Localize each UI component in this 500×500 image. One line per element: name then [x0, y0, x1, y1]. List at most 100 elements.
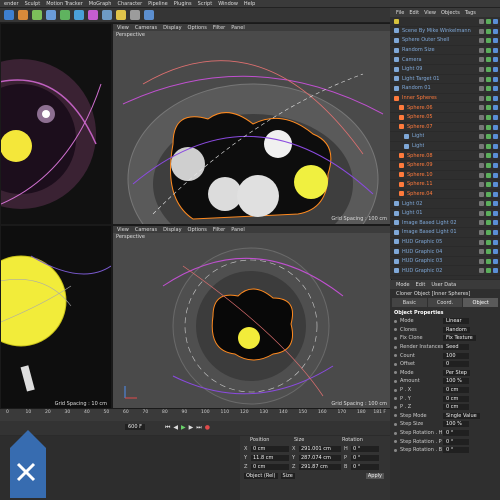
tag-icon[interactable] — [493, 38, 498, 44]
attr-menu-edit[interactable]: Edit — [416, 282, 426, 288]
menu-sculpt[interactable]: Sculpt — [25, 1, 41, 7]
object-row[interactable]: Sphere.04 — [390, 190, 500, 200]
property-value[interactable]: Random — [443, 326, 470, 333]
tag-icon[interactable] — [479, 249, 484, 255]
tag-icon[interactable] — [493, 105, 498, 111]
tag-icon[interactable] — [479, 114, 484, 120]
tag-icon[interactable] — [493, 172, 498, 178]
size-field[interactable]: 287.074 cm — [299, 454, 341, 461]
tag-icon[interactable] — [479, 191, 484, 197]
tag-icon[interactable] — [486, 268, 491, 274]
tag-icon[interactable] — [486, 210, 491, 216]
property-value[interactable]: 0 ° — [443, 447, 469, 454]
tag-icon[interactable] — [479, 268, 484, 274]
object-row[interactable]: Sphere Outer Shell — [390, 36, 500, 46]
menu-help[interactable]: Help — [244, 1, 255, 7]
tag-icon[interactable] — [479, 230, 484, 236]
tag-icon[interactable] — [479, 86, 484, 92]
tag-icon[interactable] — [479, 210, 484, 216]
tag-icon[interactable] — [486, 201, 491, 207]
object-row[interactable]: HUD Graphic 02 — [390, 266, 500, 277]
position-field[interactable]: 0 cm — [251, 445, 289, 452]
tag-icon[interactable] — [479, 239, 484, 245]
tag-icon[interactable] — [479, 38, 484, 44]
viewport-bottom-right[interactable]: View Cameras Display Options Filter Pane… — [112, 225, 392, 410]
tag-icon[interactable] — [486, 38, 491, 44]
keyframe-dot-icon[interactable] — [394, 336, 397, 340]
step-forward-icon[interactable]: ▶ — [189, 424, 194, 432]
attr-menu-user-data[interactable]: User Data — [431, 282, 456, 288]
tag-icon[interactable] — [479, 124, 484, 130]
tag-icon[interactable] — [479, 153, 484, 159]
menu-render[interactable]: ender — [4, 1, 19, 7]
object-row[interactable]: Sphere.08 — [390, 151, 500, 161]
keyframe-dot-icon[interactable] — [394, 448, 397, 452]
timeline-ruler[interactable]: 181 F 0 10 20 30 40 50 60 70 80 90 100 110 120 130 140… — [0, 408, 390, 422]
tag-icon[interactable] — [493, 95, 498, 101]
tag-icon[interactable] — [493, 249, 498, 255]
tag-icon[interactable] — [493, 28, 498, 34]
om-menu-objects[interactable]: Objects — [441, 10, 460, 16]
object-row[interactable]: Sphere.10 — [390, 171, 500, 181]
tag-icon[interactable] — [479, 201, 484, 207]
object-row[interactable] — [390, 17, 500, 27]
keyframe-dot-icon[interactable] — [394, 405, 397, 409]
step-back-icon[interactable]: ◀ — [173, 424, 178, 432]
object-row[interactable]: Sphere.06 — [390, 103, 500, 113]
property-value[interactable]: 0 cm — [443, 395, 469, 402]
go-to-start-icon[interactable]: ⏮ — [165, 424, 170, 432]
property-value[interactable]: 0 cm — [443, 387, 469, 394]
property-value[interactable]: 100 % — [443, 421, 469, 428]
array-icon[interactable] — [74, 10, 84, 20]
tag-icon[interactable] — [493, 182, 498, 188]
tag-icon[interactable] — [493, 57, 498, 63]
object-row[interactable]: Random Size — [390, 46, 500, 56]
keyframe-dot-icon[interactable] — [394, 414, 397, 418]
property-value[interactable]: 0 — [443, 361, 469, 368]
tag-icon[interactable] — [493, 162, 498, 168]
scene-icon[interactable] — [102, 10, 112, 20]
tag-icon[interactable] — [486, 220, 491, 226]
keyframe-dot-icon[interactable] — [394, 345, 397, 349]
tag-icon[interactable] — [479, 258, 484, 264]
light-icon[interactable] — [116, 10, 126, 20]
tag-icon[interactable] — [493, 134, 498, 140]
rotation-field[interactable]: 0 ° — [351, 454, 379, 461]
property-value[interactable]: Per Step — [443, 369, 470, 376]
deformer-icon[interactable] — [88, 10, 98, 20]
property-value[interactable]: 0 ° — [443, 430, 469, 437]
object-row[interactable]: Image Based Light 01 — [390, 228, 500, 238]
coord-mode-select[interactable]: Object (Rel) — [244, 472, 278, 479]
object-row[interactable]: Sphere.05 — [390, 113, 500, 123]
keyframe-dot-icon[interactable] — [394, 379, 397, 383]
keyframe-dot-icon[interactable] — [394, 362, 397, 366]
property-value[interactable]: Seed — [443, 344, 469, 351]
keyframe-dot-icon[interactable] — [394, 422, 397, 426]
object-row[interactable]: Image Based Light 02 — [390, 218, 500, 229]
tag-icon[interactable] — [486, 153, 491, 159]
tab-coord[interactable]: Coord. — [427, 298, 463, 307]
tag-icon[interactable] — [493, 114, 498, 120]
tag-icon[interactable] — [486, 249, 491, 255]
tag-icon[interactable] — [486, 114, 491, 120]
camera-icon[interactable] — [130, 10, 140, 20]
om-menu-edit[interactable]: Edit — [409, 10, 419, 16]
tag-icon[interactable] — [479, 143, 484, 149]
tag-icon[interactable] — [486, 134, 491, 140]
object-row[interactable]: Light Target 01 — [390, 75, 500, 85]
size-field[interactable]: 291.001 cm — [299, 445, 341, 452]
current-frame-field[interactable]: 600 F — [125, 424, 146, 430]
tag-icon[interactable] — [493, 66, 498, 72]
om-menu-view[interactable]: View — [424, 10, 436, 16]
object-row[interactable]: Light — [390, 132, 500, 142]
size-field[interactable]: 291.87 cm — [299, 463, 341, 470]
tag-icon[interactable] — [493, 153, 498, 159]
keyframe-dot-icon[interactable] — [394, 354, 397, 358]
tag-icon[interactable] — [493, 201, 498, 207]
tag-icon[interactable] — [486, 19, 491, 24]
menu-script[interactable]: Script — [198, 1, 213, 7]
tab-object[interactable]: Object — [463, 298, 499, 307]
tag-icon[interactable] — [493, 230, 498, 236]
tag-icon[interactable] — [493, 86, 498, 92]
keyframe-dot-icon[interactable] — [394, 371, 397, 375]
